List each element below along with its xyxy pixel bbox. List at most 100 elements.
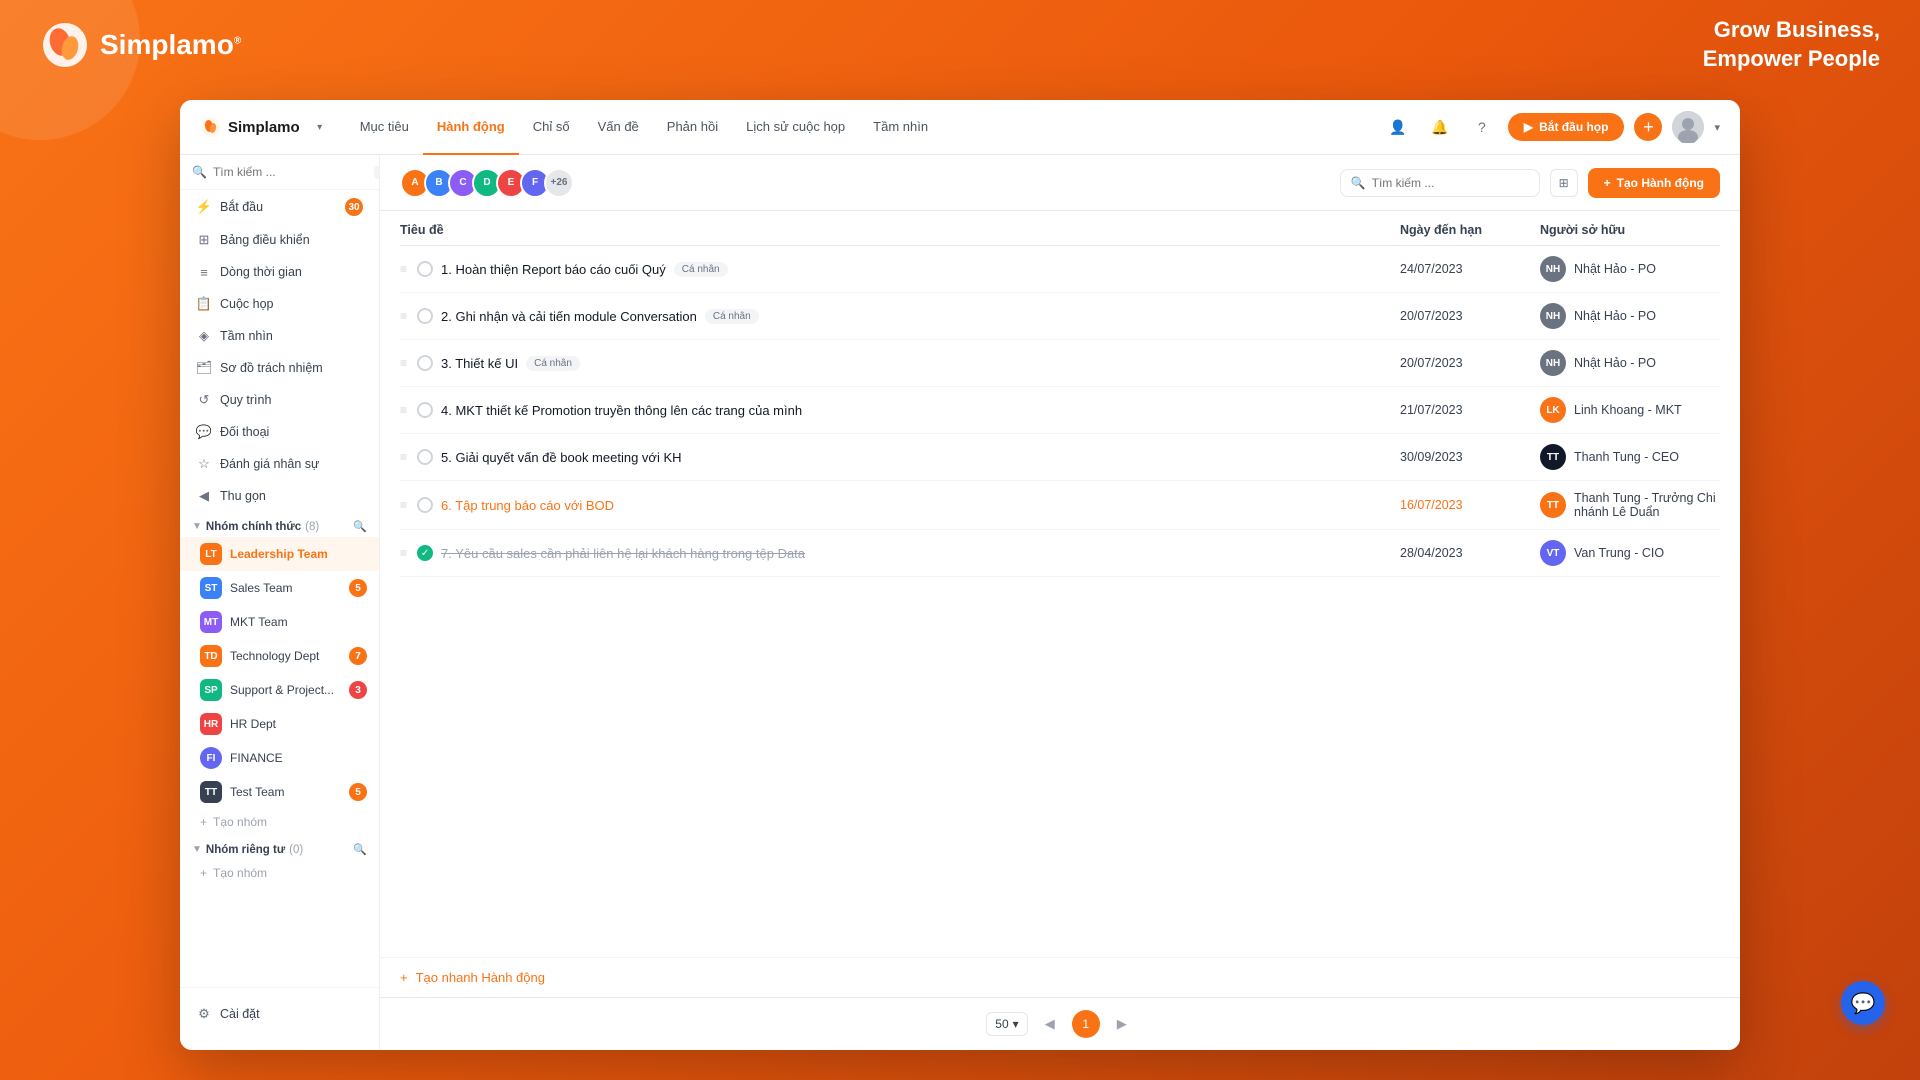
sidebar-item-dong-thoi-gian[interactable]: ≡ Dòng thời gian: [180, 256, 379, 288]
sidebar-footer: ⚙ Cài đặt: [180, 987, 379, 1040]
task-title-1: 1. Hoàn thiện Report báo cáo cuối Quý: [441, 262, 666, 277]
create-action-button[interactable]: + Tạo Hành động: [1588, 168, 1720, 198]
nav-item-van-de[interactable]: Vấn đề: [584, 100, 653, 155]
pagination-prev[interactable]: ◀: [1038, 1012, 1062, 1036]
drag-handle-2[interactable]: ≡: [400, 309, 407, 323]
window-logo: Simplamo: [200, 116, 300, 138]
owner-avatar-7: VT: [1540, 540, 1566, 566]
owner-avatar-6: TT: [1540, 492, 1566, 518]
nav-item-tam-nhin[interactable]: Tầm nhìn: [859, 100, 942, 155]
task-cell-1: ≡ 1. Hoàn thiện Report báo cáo cuối Quý …: [400, 261, 1400, 277]
table-header: Tiêu đề Ngày đến hạn Người sở hữu: [400, 211, 1720, 246]
task-cell-3: ≡ 3. Thiết kế UI Cá nhân: [400, 355, 1400, 371]
private-groups-header[interactable]: ▼ Nhóm riêng tư (0) 🔍: [180, 835, 379, 860]
bang-dieu-khien-icon: ⊞: [196, 232, 212, 248]
top-bar-logo: Simplamo®: [40, 20, 241, 70]
sidebar-item-doi-thoai[interactable]: 💬 Đối thoại: [180, 416, 379, 448]
task-title-2: 2. Ghi nhận và cải tiến module Conversat…: [441, 309, 697, 324]
drag-handle-4[interactable]: ≡: [400, 403, 407, 417]
search-groups-icon[interactable]: 🔍: [353, 520, 367, 533]
nav-item-phan-hoi[interactable]: Phản hồi: [653, 100, 732, 155]
task-checkbox-6[interactable]: [417, 497, 433, 513]
owner-avatar-3: NH: [1540, 350, 1566, 376]
content-search-box[interactable]: 🔍: [1340, 169, 1540, 197]
sidebar-item-cuoc-hop[interactable]: 📋 Cuộc họp: [180, 288, 379, 320]
date-cell-7: 28/04/2023: [1400, 546, 1540, 560]
drag-handle-3[interactable]: ≡: [400, 356, 407, 370]
owner-cell-4: LK Linh Khoang - MKT: [1540, 397, 1720, 423]
thu-gon-icon: ◀: [196, 488, 212, 504]
nav-add-btn[interactable]: +: [1634, 113, 1662, 141]
create-private-group[interactable]: + Tạo nhóm: [180, 860, 379, 886]
create-official-group[interactable]: + Tạo nhóm: [180, 809, 379, 835]
nav-notification-btn[interactable]: 🔔: [1424, 111, 1456, 143]
drag-handle-5[interactable]: ≡: [400, 450, 407, 464]
pagination-page-1[interactable]: 1: [1072, 1010, 1100, 1038]
task-checkbox-1[interactable]: [417, 261, 433, 277]
sidebar-item-so-do[interactable]: 🗂 Sơ đồ trách nhiệm: [180, 352, 379, 384]
nav-item-hanh-dong[interactable]: Hành động: [423, 100, 519, 155]
quy-trinh-icon: ↺: [196, 392, 212, 408]
sidebar-item-tam-nhin[interactable]: ◈ Tầm nhìn: [180, 320, 379, 352]
nav-item-lich-su[interactable]: Lịch sử cuộc họp: [732, 100, 859, 155]
filter-button[interactable]: ⊞: [1550, 169, 1578, 197]
sidebar-search-input[interactable]: [213, 165, 368, 179]
support-project-badge: 3: [349, 681, 367, 699]
group-item-mkt-team[interactable]: MT MKT Team: [180, 605, 379, 639]
table-row: ≡ 4. MKT thiết kế Promotion truyền thông…: [400, 387, 1720, 434]
nav-avatar-dropdown[interactable]: ▾: [1714, 121, 1720, 134]
nav-help-btn[interactable]: ?: [1466, 111, 1498, 143]
sidebar-item-bat-dau[interactable]: ⚡ Bắt đầu 30: [180, 190, 379, 224]
content-search-icon: 🔍: [1351, 176, 1366, 190]
top-bar-logo-text: Simplamo®: [100, 29, 241, 61]
pagination-next[interactable]: ▶: [1110, 1012, 1134, 1036]
group-item-leadership-team[interactable]: LT Leadership Team: [180, 537, 379, 571]
settings-icon: ⚙: [196, 1006, 212, 1022]
group-item-sales-team[interactable]: ST Sales Team 5: [180, 571, 379, 605]
leadership-team-avatar: LT: [200, 543, 222, 565]
drag-handle-7[interactable]: ≡: [400, 546, 407, 560]
task-checkbox-2[interactable]: [417, 308, 433, 324]
quick-create-action[interactable]: + Tạo nhanh Hành động: [380, 957, 1740, 997]
task-checkbox-5[interactable]: [417, 449, 433, 465]
nav-item-chi-so[interactable]: Chỉ số: [519, 100, 584, 155]
drag-handle-1[interactable]: ≡: [400, 262, 407, 276]
task-cell-2: ≡ 2. Ghi nhận và cải tiến module Convers…: [400, 308, 1400, 324]
sidebar-item-danh-gia[interactable]: ☆ Đánh giá nhân sự: [180, 448, 379, 480]
owner-cell-1: NH Nhật Hảo - PO: [1540, 256, 1720, 282]
technology-dept-badge: 7: [349, 647, 367, 665]
task-title-3: 3. Thiết kế UI: [441, 356, 518, 371]
nav-dropdown-button[interactable]: ▾: [310, 117, 330, 137]
nav-avatar[interactable]: [1672, 111, 1704, 143]
chat-button[interactable]: 💬: [1841, 981, 1885, 1025]
nav-user-icon-btn[interactable]: 👤: [1382, 111, 1414, 143]
header-right-actions: 🔍 ⊞ + Tạo Hành động: [1340, 168, 1720, 198]
group-item-technology-dept[interactable]: TD Technology Dept 7: [180, 639, 379, 673]
group-item-hr-dept[interactable]: HR HR Dept: [180, 707, 379, 741]
task-checkbox-7[interactable]: ✓: [417, 545, 433, 561]
drag-handle-6[interactable]: ≡: [400, 498, 407, 512]
group-item-test-team[interactable]: TT Test Team 5: [180, 775, 379, 809]
per-page-select[interactable]: 50 ▾: [986, 1012, 1027, 1036]
support-project-avatar: SP: [200, 679, 222, 701]
group-item-support-project[interactable]: SP Support & Project... 3: [180, 673, 379, 707]
sidebar-item-bang-dieu-khien[interactable]: ⊞ Bảng điều khiển: [180, 224, 379, 256]
content-search-input[interactable]: [1372, 176, 1529, 190]
task-checkbox-3[interactable]: [417, 355, 433, 371]
top-bar-tagline: Grow Business, Empower People: [1703, 16, 1880, 73]
official-groups-header[interactable]: ▼ Nhóm chính thức (8) 🔍: [180, 512, 379, 537]
col-owner: Người sở hữu: [1540, 223, 1720, 237]
main-content: A B C D E F +26 🔍 ⊞ + Tạo Hàn: [380, 155, 1740, 1050]
sidebar-settings[interactable]: ⚙ Cài đặt: [180, 998, 379, 1030]
group-item-finance[interactable]: FI FINANCE: [180, 741, 379, 775]
owner-cell-5: TT Thanh Tung - CEO: [1540, 444, 1720, 470]
avatar-overflow-count: +26: [544, 168, 574, 198]
sidebar-item-thu-gon[interactable]: ◀ Thu gọn: [180, 480, 379, 512]
nav-start-meeting-btn[interactable]: ▶ Bắt đầu họp: [1508, 113, 1625, 141]
search-private-groups-icon[interactable]: 🔍: [353, 843, 367, 856]
nav-item-muc-tieu[interactable]: Mục tiêu: [346, 100, 423, 155]
sidebar-item-quy-trinh[interactable]: ↺ Quy trình: [180, 384, 379, 416]
owner-avatar-2: NH: [1540, 303, 1566, 329]
task-checkbox-4[interactable]: [417, 402, 433, 418]
collapse-private-icon: ▼: [192, 844, 202, 855]
